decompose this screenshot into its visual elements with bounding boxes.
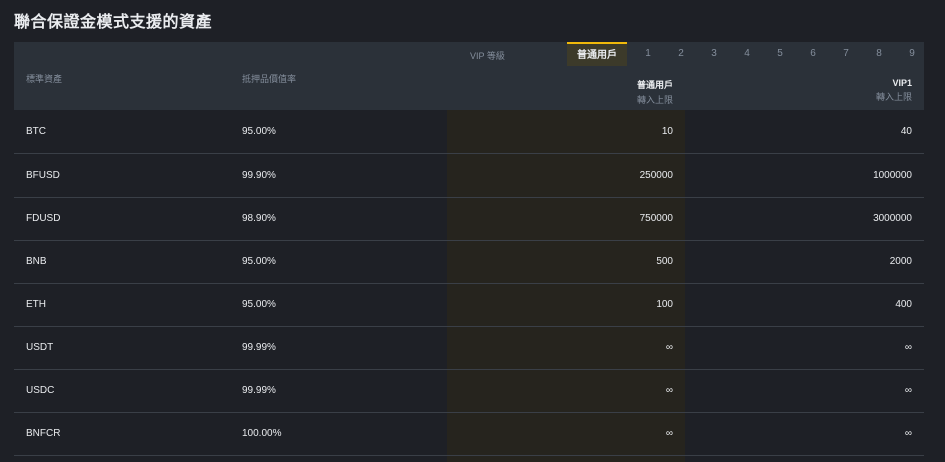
vip1-limit: 3000000 bbox=[873, 213, 912, 224]
tier-tab-1[interactable]: 1 bbox=[640, 42, 656, 66]
tier-tab-6[interactable]: 6 bbox=[805, 42, 821, 66]
page-title: 聯合保證金模式支援的資產 bbox=[14, 14, 213, 31]
vip1-limit: 2000 bbox=[889, 256, 912, 267]
normal-user-limit: 500 bbox=[656, 256, 673, 267]
asset-name: BFUSD bbox=[26, 170, 60, 181]
asset-name: BTC bbox=[26, 126, 46, 137]
table-row: ETH 95.00% 100 400 bbox=[14, 283, 924, 327]
normal-user-column-title: 普通用戶 bbox=[636, 80, 673, 90]
normal-user-limit: 10 bbox=[661, 126, 673, 137]
normal-user-column-subtitle: 轉入上限 bbox=[636, 95, 673, 105]
vip-level-label: VIP 等級 bbox=[470, 51, 505, 61]
table-header: 標準資產 抵押品價值率 VIP 等級 普通用戶 1 2 3 4 5 6 7 8 … bbox=[14, 42, 924, 110]
asset-name: ETH bbox=[26, 299, 46, 310]
vip1-column-subtitle: 轉入上限 bbox=[875, 92, 912, 102]
collateral-ratio: 99.99% bbox=[242, 385, 276, 396]
vip1-limit: ∞ bbox=[904, 342, 912, 353]
normal-user-limit: 100 bbox=[656, 299, 673, 310]
table-row: BNFCR 100.00% ∞ ∞ bbox=[14, 412, 924, 456]
tier-tab-5[interactable]: 5 bbox=[772, 42, 788, 66]
collateral-ratio: 95.00% bbox=[242, 256, 276, 267]
asset-name: USDT bbox=[26, 342, 54, 353]
asset-name: USDC bbox=[26, 385, 55, 396]
asset-name: BNFCR bbox=[26, 428, 61, 439]
asset-name: BNB bbox=[26, 256, 47, 267]
table-row: USDC 99.99% ∞ ∞ bbox=[14, 369, 924, 413]
normal-user-limit: ∞ bbox=[665, 428, 673, 439]
collateral-ratio: 95.00% bbox=[242, 126, 276, 137]
tier-tab-3[interactable]: 3 bbox=[706, 42, 722, 66]
collateral-ratio: 100.00% bbox=[242, 428, 282, 439]
ratio-column-header: 抵押品價值率 bbox=[242, 74, 297, 84]
collateral-ratio: 99.99% bbox=[242, 342, 276, 353]
table-row: BFUSD 99.90% 250000 1000000 bbox=[14, 154, 924, 198]
collateral-ratio: 98.90% bbox=[242, 213, 276, 224]
vip1-column-title: VIP1 bbox=[892, 78, 912, 88]
tier-tab-4[interactable]: 4 bbox=[739, 42, 755, 66]
table-row: USDT 99.99% ∞ ∞ bbox=[14, 326, 924, 370]
vip1-column-header: VIP1 轉入上限 bbox=[876, 78, 912, 103]
collateral-ratio: 99.90% bbox=[242, 170, 276, 181]
normal-user-column-header: 普通用戶 轉入上限 bbox=[447, 78, 673, 106]
vip1-limit: 400 bbox=[895, 299, 912, 310]
normal-user-limit: ∞ bbox=[665, 342, 673, 353]
table-row: BTC 95.00% 10 40 bbox=[14, 110, 924, 154]
tier-tab-8[interactable]: 8 bbox=[871, 42, 887, 66]
normal-user-limit: 250000 bbox=[639, 170, 673, 181]
collateral-table: 標準資產 抵押品價值率 VIP 等級 普通用戶 1 2 3 4 5 6 7 8 … bbox=[14, 42, 924, 462]
tier-tab-2[interactable]: 2 bbox=[673, 42, 689, 66]
tier-tab-normal[interactable]: 普通用戶 bbox=[567, 42, 627, 66]
collateral-ratio: 95.00% bbox=[242, 299, 276, 310]
table-row: FDUSD 98.90% 750000 3000000 bbox=[14, 197, 924, 241]
vip1-limit: ∞ bbox=[904, 428, 912, 439]
vip1-limit: 1000000 bbox=[873, 170, 912, 181]
normal-user-limit: ∞ bbox=[665, 385, 673, 396]
asset-name: FDUSD bbox=[26, 213, 61, 224]
table-row: BNB 95.00% 500 2000 bbox=[14, 240, 924, 284]
tier-tab-9[interactable]: 9 bbox=[904, 42, 920, 66]
vip1-limit: ∞ bbox=[904, 385, 912, 396]
tier-tab-7[interactable]: 7 bbox=[838, 42, 854, 66]
normal-user-limit: 750000 bbox=[639, 213, 673, 224]
vip1-limit: 40 bbox=[900, 126, 912, 137]
asset-column-header: 標準資產 bbox=[26, 74, 63, 84]
